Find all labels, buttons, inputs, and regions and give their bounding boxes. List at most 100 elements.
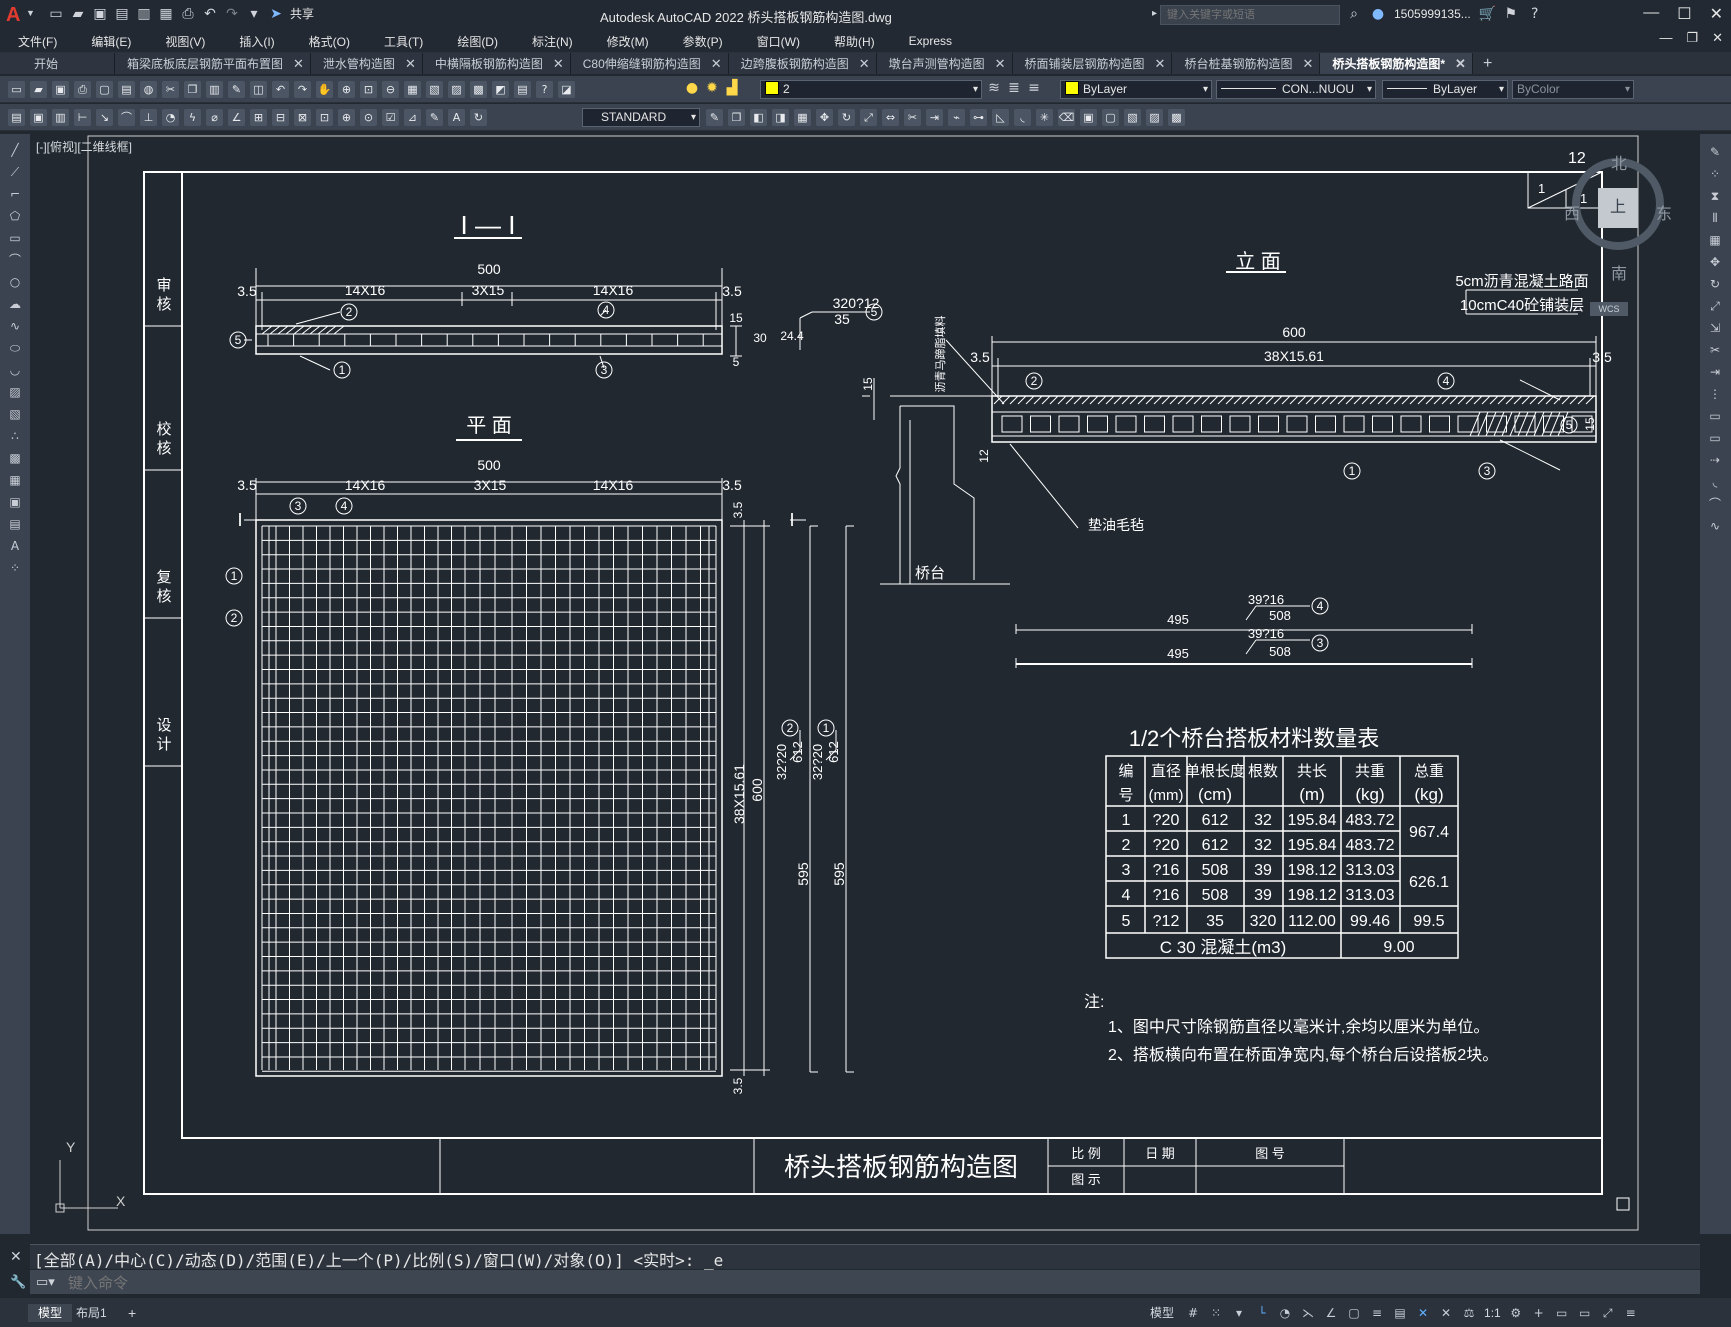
jogged-linear-icon[interactable]: ⊿ (404, 109, 421, 126)
menu-edit[interactable]: 编辑(E) (73, 33, 147, 50)
table-icon[interactable]: ▤ (6, 516, 24, 532)
quick-dim-icon[interactable]: ⊞ (250, 109, 267, 126)
publish-icon[interactable]: ▤ (118, 81, 135, 98)
erase-icon[interactable]: ✎ (1706, 144, 1724, 160)
diameter-dim-icon[interactable]: ⌀ (206, 109, 223, 126)
app-logo[interactable]: A (6, 4, 28, 26)
fillet-icon[interactable]: ◟ (1706, 474, 1724, 490)
menu-express[interactable]: Express (891, 34, 968, 48)
annotation-scale-icon[interactable]: ⚖ (1461, 1305, 1477, 1321)
plot-preview-icon[interactable]: ▢ (96, 81, 113, 98)
grid-icon[interactable]: # (1185, 1305, 1201, 1321)
undo-icon[interactable]: ↶ (202, 6, 218, 22)
menu-parametric[interactable]: 参数(P) (665, 33, 739, 50)
match-properties-icon[interactable]: ✎ (228, 81, 245, 98)
plot-icon[interactable]: ⎙ (180, 6, 196, 22)
menu-dimension[interactable]: 标注(N) (514, 33, 589, 50)
zoom-previous-icon[interactable]: ⊖ (382, 81, 399, 98)
mirror-icon[interactable]: ◧ (750, 109, 767, 126)
radius-dim-icon[interactable]: ◔ (162, 109, 179, 126)
autodesk-app-icon[interactable]: ⚑ (1503, 6, 1519, 22)
layer-dropdown[interactable]: 2 ▾ (760, 80, 982, 99)
pan-icon[interactable]: ✋ (316, 81, 333, 98)
paste-icon[interactable]: ▥ (206, 81, 223, 98)
make-block-icon[interactable]: ▧ (6, 406, 24, 422)
clean-screen-icon[interactable]: ⤢ (1600, 1305, 1616, 1321)
sheet-save-icon[interactable]: ▣ (30, 109, 47, 126)
image-icon[interactable]: ▩ (1168, 109, 1185, 126)
extend-icon[interactable]: ⇥ (926, 109, 943, 126)
tab-start[interactable]: 开始 (0, 53, 115, 74)
aligned-dim-icon[interactable]: ↘ (96, 109, 113, 126)
save-as-icon[interactable]: ▤ (114, 6, 130, 22)
help-icon[interactable]: ? (1527, 6, 1543, 22)
open-file-icon[interactable]: ▰ (70, 6, 86, 22)
units-icon[interactable]: ▭ (1554, 1305, 1570, 1321)
object-snap-icon[interactable]: ▢ (1346, 1305, 1362, 1321)
dimstyle-dropdown[interactable]: STANDARD ▾ (582, 108, 700, 127)
cart-icon[interactable]: 🛒 (1479, 6, 1496, 22)
menu-file[interactable]: 文件(F) (0, 33, 73, 50)
help-search-input[interactable] (1160, 5, 1340, 25)
hatch-icon[interactable]: ▩ (6, 450, 24, 466)
tab-close-icon[interactable]: ✕ (553, 56, 564, 72)
web-open-icon[interactable]: ▥ (136, 6, 152, 22)
lineweight-icon[interactable]: ≡ (1369, 1305, 1385, 1321)
region-icon[interactable]: ▣ (6, 494, 24, 510)
customization-icon[interactable]: ≡ (1623, 1305, 1639, 1321)
stretch-icon[interactable]: ⇲ (1706, 320, 1724, 336)
design-center-icon[interactable]: ▧ (426, 81, 443, 98)
tab-close-icon[interactable]: ✕ (1155, 56, 1166, 72)
xref-icon[interactable]: ▨ (1146, 109, 1163, 126)
compass-west[interactable]: 西 (1564, 200, 1580, 224)
web-save-icon[interactable]: ▦ (158, 6, 174, 22)
tab-document[interactable]: 中横隔板钢筋构造图 ✕ (422, 53, 571, 74)
save-icon[interactable]: ▣ (92, 6, 108, 22)
extend-icon[interactable]: ⇥ (1706, 364, 1724, 380)
3d-print-icon[interactable]: ◍ (140, 81, 157, 98)
save-icon[interactable]: ▣ (52, 81, 69, 98)
sheet-set-icon[interactable]: ▩ (470, 81, 487, 98)
object-snap-tracking-icon[interactable]: ∠ (1323, 1305, 1339, 1321)
polar-icon[interactable]: ◔ (1277, 1305, 1293, 1321)
zoom-realtime-icon[interactable]: ⊕ (338, 81, 355, 98)
insert-block-icon[interactable]: ▨ (6, 384, 24, 400)
redo-icon[interactable]: ↷ (224, 6, 240, 22)
new-icon[interactable]: ▭ (8, 81, 25, 98)
customize-qat-icon[interactable]: ▾ (246, 6, 262, 22)
tab-close-icon[interactable]: ✕ (293, 56, 304, 72)
quick-properties-icon[interactable]: ▭ (1577, 1305, 1593, 1321)
tab-close-icon[interactable]: ✕ (995, 56, 1006, 72)
trim-icon[interactable]: ✂ (904, 109, 921, 126)
jogged-dim-icon[interactable]: ϟ (184, 109, 201, 126)
polyline-icon[interactable]: ⌐ (6, 186, 24, 202)
lineweight-dropdown[interactable]: ByLayer ▾ (1382, 80, 1508, 99)
linetype-dropdown[interactable]: CON...NUOU ▾ (1216, 80, 1376, 99)
sun-icon[interactable]: ✹ (704, 80, 720, 96)
block-editor-icon[interactable]: ◫ (250, 81, 267, 98)
rotate-icon[interactable]: ↻ (838, 109, 855, 126)
tab-layout1[interactable]: 布局1 (66, 1304, 117, 1322)
copy-icon[interactable]: ⁘ (1706, 166, 1724, 182)
tab-close-icon[interactable]: ✕ (405, 56, 416, 72)
tab-document[interactable]: 边跨腹板钢筋构造图 ✕ (728, 53, 877, 74)
command-prompt-icon[interactable]: ▭▾ (36, 1274, 55, 1290)
tab-document-active[interactable]: 桥头搭板钢筋构造图* ✕ (1320, 53, 1473, 74)
sheet-stack-icon[interactable]: ▥ (52, 109, 69, 126)
search-icon[interactable]: ⌕ (1346, 6, 1362, 22)
lock-icon[interactable]: ▟ (724, 80, 740, 96)
tab-document[interactable]: 泄水管构造图 ✕ (310, 53, 423, 74)
compass-south[interactable]: 南 (1611, 260, 1627, 284)
gradient-icon[interactable]: ▦ (6, 472, 24, 488)
move-icon[interactable]: ✥ (816, 109, 833, 126)
dimstyle-manager-icon[interactable]: ✎ (706, 109, 723, 126)
annotation-scale-value[interactable]: 1:1 (1484, 1306, 1501, 1320)
chevron-down-icon[interactable]: ▾ (1231, 1305, 1247, 1321)
compass-east[interactable]: 东 (1656, 200, 1672, 224)
ortho-icon[interactable]: └ (1254, 1305, 1270, 1321)
command-input[interactable] (66, 1272, 670, 1294)
command-line-close-icon[interactable]: ✕ (10, 1248, 22, 1265)
markup-icon[interactable]: ◩ (492, 81, 509, 98)
join-icon[interactable]: ▭ (1706, 430, 1724, 446)
copy-icon[interactable]: ❐ (728, 109, 745, 126)
